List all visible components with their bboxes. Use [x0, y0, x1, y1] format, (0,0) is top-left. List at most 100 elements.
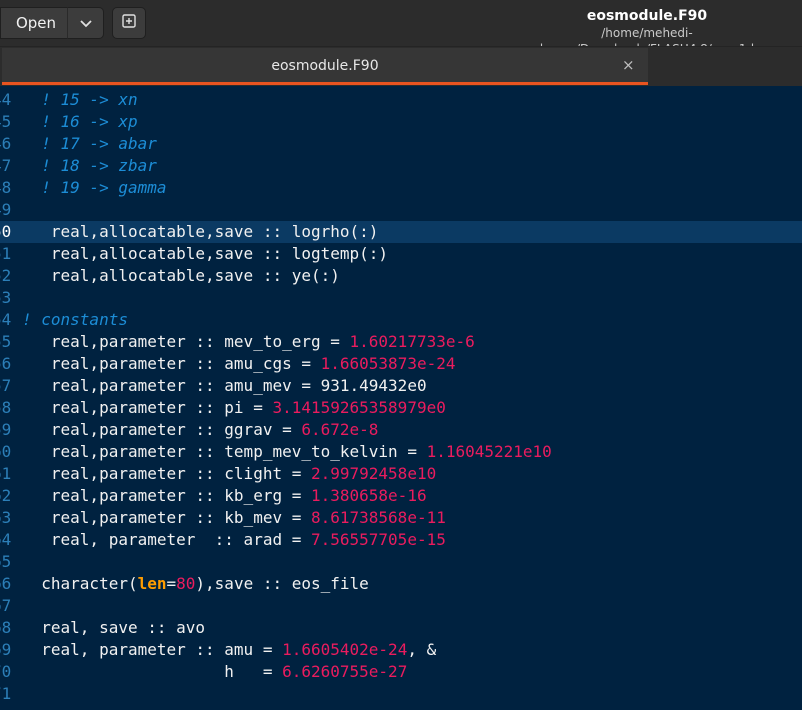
code-token: real,parameter :: ggrav = [22, 420, 302, 439]
line-number: 53 [0, 288, 12, 307]
code-text: real, parameter :: arad = 7.56557705e-15 [22, 529, 446, 551]
line-number: 47 [0, 156, 12, 175]
close-icon[interactable]: × [622, 56, 635, 74]
code-text: real,parameter :: pi = 3.14159265358979e… [22, 397, 446, 419]
code-line[interactable]: 55 real,parameter :: mev_to_erg = 1.6021… [0, 331, 802, 353]
code-line[interactable]: 62 real,parameter :: kb_erg = 1.380658e-… [0, 485, 802, 507]
code-text: real,parameter :: kb_erg = 1.380658e-16 [22, 485, 427, 507]
code-line[interactable]: 54 ! constants [0, 309, 802, 331]
line-number: 71 [0, 684, 12, 703]
code-line[interactable]: 59 real,parameter :: ggrav = 6.672e-8 [0, 419, 802, 441]
code-text: real,parameter :: kb_mev = 8.61738568e-1… [22, 507, 446, 529]
code-token: real,parameter :: clight = [22, 464, 311, 483]
code-line[interactable]: 44 ! 15 -> xn [0, 89, 802, 111]
code-token: ! 15 -> xn [22, 90, 138, 109]
new-document-icon [121, 13, 137, 33]
code-token: real,parameter :: kb_erg = [22, 486, 311, 505]
code-token: 6.6260755e-27 [282, 662, 408, 681]
code-token: , & [407, 640, 437, 659]
code-line[interactable]: 61 real,parameter :: clight = 2.99792458… [0, 463, 802, 485]
line-number: 65 [0, 552, 12, 571]
line-number: 58 [0, 398, 12, 417]
line-number: 46 [0, 134, 12, 153]
code-line[interactable]: 67 [0, 595, 802, 617]
code-text: real,allocatable,save :: logtemp(:) [22, 243, 388, 265]
code-token: real, save :: avo [22, 618, 206, 637]
tab-label: eosmodule.F90 [271, 58, 379, 74]
tab-eosmodule[interactable]: eosmodule.F90 × [2, 48, 648, 84]
line-number: 66 [0, 574, 12, 593]
code-line[interactable]: 65 [0, 551, 802, 573]
code-token: ),save :: eos_file [195, 574, 369, 593]
new-document-button[interactable] [112, 7, 146, 39]
code-line[interactable]: 56 real,parameter :: amu_cgs = 1.6605387… [0, 353, 802, 375]
code-token: real,parameter :: amu_cgs = [22, 354, 321, 373]
line-number: 67 [0, 596, 12, 615]
code-token: 6.672e-8 [301, 420, 379, 439]
code-line[interactable]: 50 real,allocatable,save :: logrho(:) [0, 221, 802, 243]
code-text: real,parameter :: amu_mev = 931.49432e0 [22, 375, 427, 397]
code-token: real, parameter :: amu = [22, 640, 283, 659]
code-line[interactable]: 68 real, save :: avo [0, 617, 802, 639]
line-number: 50 [0, 222, 12, 241]
code-token: 1.60217733e-6 [349, 332, 475, 351]
code-line[interactable]: 60 real,parameter :: temp_mev_to_kelvin … [0, 441, 802, 463]
code-token: ! constants [22, 310, 128, 329]
open-button[interactable]: Open [0, 7, 68, 39]
code-line[interactable]: 70 h = 6.6260755e-27 [0, 661, 802, 683]
code-line[interactable]: 48 ! 19 -> gamma [0, 177, 802, 199]
code-line[interactable]: 66 character(len=80),save :: eos_file [0, 573, 802, 595]
code-line[interactable]: 71 [0, 683, 802, 705]
code-token: 80 [176, 574, 196, 593]
code-token: 7.56557705e-15 [310, 530, 446, 549]
code-line[interactable]: 69 real, parameter :: amu = 1.6605402e-2… [0, 639, 802, 661]
code-token: real,allocatable,save :: logtemp(:) [22, 244, 389, 263]
code-line[interactable]: 58 real,parameter :: pi = 3.141592653589… [0, 397, 802, 419]
code-token: 1.16045221e10 [426, 442, 552, 461]
code-token: ! 17 -> abar [22, 134, 157, 153]
code-line[interactable]: 47 ! 18 -> zbar [0, 155, 802, 177]
code-token: ! 19 -> gamma [22, 178, 167, 197]
code-line[interactable]: 51 real,allocatable,save :: logtemp(:) [0, 243, 802, 265]
line-number: 51 [0, 244, 12, 263]
header-bar: Open eosmodule.F90 /home/mehedi-hasan/Do… [0, 0, 802, 56]
code-text: ! 18 -> zbar [22, 155, 157, 177]
line-number: 57 [0, 376, 12, 395]
line-number: 45 [0, 112, 12, 131]
chevron-down-icon [79, 14, 92, 32]
window-title: eosmodule.F90 [586, 8, 708, 24]
line-number: 49 [0, 200, 12, 219]
code-token: real,parameter :: kb_mev = [22, 508, 311, 527]
code-line[interactable]: 52 real,allocatable,save :: ye(:) [0, 265, 802, 287]
code-token: real,parameter :: pi = [22, 398, 273, 417]
code-token: 3.14159265358979e0 [272, 398, 446, 417]
code-text: ! constants [22, 309, 128, 331]
code-token: 1.6605402e-24 [282, 640, 408, 659]
code-line[interactable]: 64 real, parameter :: arad = 7.56557705e… [0, 529, 802, 551]
code-token: real,parameter :: mev_to_erg = [22, 332, 350, 351]
line-number: 69 [0, 640, 12, 659]
code-text: real,parameter :: temp_mev_to_kelvin = 1… [22, 441, 552, 463]
line-number: 48 [0, 178, 12, 197]
code-text: real,allocatable,save :: logrho(:) [22, 221, 379, 243]
code-text: real,allocatable,save :: ye(:) [22, 265, 340, 287]
code-token: real,allocatable,save :: ye(:) [22, 266, 340, 285]
code-text: ! 17 -> abar [22, 133, 157, 155]
code-line[interactable]: 45 ! 16 -> xp [0, 111, 802, 133]
code-line[interactable]: 63 real,parameter :: kb_mev = 8.61738568… [0, 507, 802, 529]
code-line[interactable]: 49 [0, 199, 802, 221]
line-number: 52 [0, 266, 12, 285]
code-token: 8.61738568e-11 [310, 508, 446, 527]
line-number: 62 [0, 486, 12, 505]
line-number: 70 [0, 662, 12, 681]
code-token: real,parameter :: temp_mev_to_kelvin = [22, 442, 427, 461]
code-token: real, parameter :: arad = [22, 530, 311, 549]
code-line[interactable]: 57 real,parameter :: amu_mev = 931.49432… [0, 375, 802, 397]
code-text: real,parameter :: mev_to_erg = 1.6021773… [22, 331, 475, 353]
active-tab-indicator [2, 82, 648, 85]
code-token: character( [22, 574, 138, 593]
open-dropdown-button[interactable] [68, 7, 104, 39]
code-editor[interactable]: 44 ! 15 -> xn45 ! 16 -> xp46 ! 17 -> aba… [0, 88, 802, 710]
code-line[interactable]: 46 ! 17 -> abar [0, 133, 802, 155]
code-line[interactable]: 53 [0, 287, 802, 309]
